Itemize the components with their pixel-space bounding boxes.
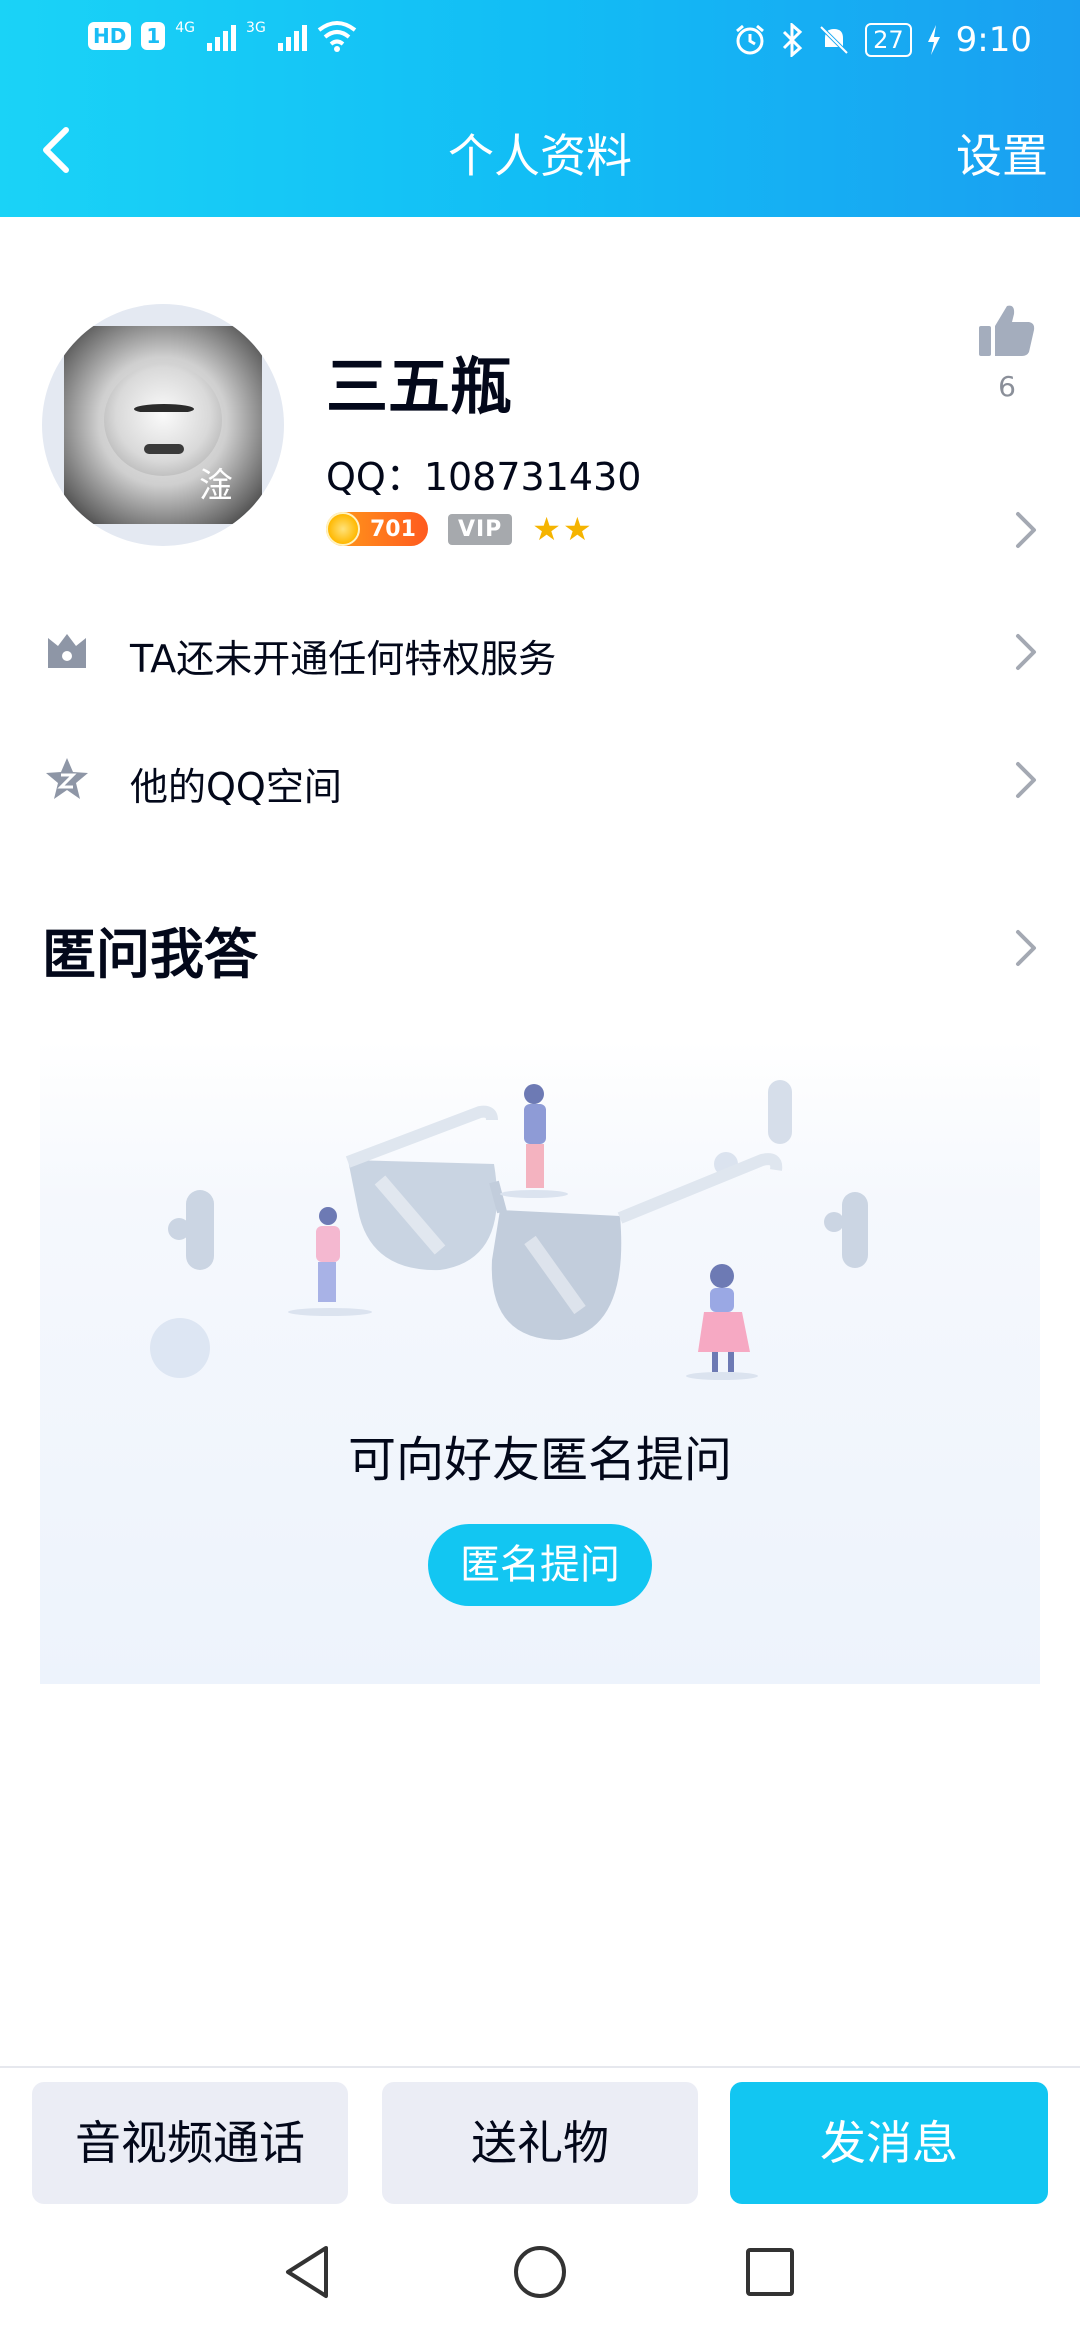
status-left: HD 1 4G 3G: [88, 20, 357, 52]
chevron-right-icon[interactable]: [1012, 928, 1040, 968]
avatar-image: 淦: [64, 326, 262, 524]
like-button[interactable]: 6: [972, 300, 1042, 403]
star-rating: ★ ★: [532, 513, 591, 545]
badges: 701 VIP ★ ★: [326, 512, 592, 546]
send-message-button[interactable]: 发消息: [730, 2082, 1048, 2204]
battery-indicator: 27: [865, 23, 912, 57]
thumbs-up-icon[interactable]: [977, 300, 1037, 360]
recents-square-icon[interactable]: [738, 2240, 802, 2304]
profile-card[interactable]: 淦 三五瓶 QQ：108731430 701 VIP ★ ★ 6: [0, 300, 1080, 560]
send-gift-button[interactable]: 送礼物: [382, 2082, 698, 2204]
charging-icon: [927, 25, 940, 55]
sim-badge: 1: [141, 22, 166, 50]
qa-section-title[interactable]: 匿问我答: [42, 910, 258, 989]
sunglasses-illustration: [150, 1080, 868, 1380]
settings-button[interactable]: 设置: [956, 120, 1048, 186]
qq-label: QQ：: [326, 455, 424, 499]
av-call-button[interactable]: 音视频通话: [32, 2082, 348, 2204]
crown-shield-icon: [48, 634, 86, 668]
header: HD 1 4G 3G 27 9:10 个人资料 设置: [0, 0, 1080, 217]
alarm-icon: [736, 24, 765, 55]
status-bar: HD 1 4G 3G 27 9:10: [0, 0, 1080, 80]
like-count: 6: [998, 370, 1016, 403]
qzone-row[interactable]: 他的QQ空间: [0, 720, 1080, 840]
star-z-icon: [46, 758, 88, 799]
qa-card: 可向好友匿名提问 匿名提问: [40, 1040, 1040, 1684]
bluetooth-icon: [783, 23, 803, 57]
home-circle-icon[interactable]: [508, 2240, 572, 2304]
chevron-right-icon: [1016, 762, 1036, 798]
qq-number: 108731430: [423, 455, 642, 499]
chevron-right-icon: [1016, 634, 1036, 670]
anonymous-ask-button[interactable]: 匿名提问: [428, 1524, 652, 1606]
hd-badge: HD: [88, 22, 132, 50]
qzone-label: 他的QQ空间: [130, 765, 342, 809]
signal2-tag: 3G: [246, 20, 266, 36]
level-value: 701: [370, 516, 416, 542]
signal-strength-icon: [207, 21, 237, 51]
star-icon: ★: [562, 510, 592, 548]
back-triangle-icon[interactable]: [276, 2240, 340, 2304]
avatar[interactable]: 淦: [42, 304, 284, 546]
chevron-right-icon: [1016, 512, 1036, 548]
privilege-label: TA还未开通任何特权服务: [130, 637, 557, 681]
nav-bar: 个人资料 设置: [0, 100, 1080, 200]
privilege-row[interactable]: TA还未开通任何特权服务: [0, 592, 1080, 712]
coin-icon: [326, 512, 360, 546]
star-icon: ★: [532, 510, 561, 548]
vip-badge: VIP: [447, 513, 513, 545]
qq-number-line: QQ：108731430: [326, 446, 641, 501]
status-right: 27 9:10: [733, 20, 1032, 60]
wifi-icon: [317, 21, 357, 52]
avatar-overlay-char: 淦: [199, 466, 233, 506]
system-nav-bar: [0, 2206, 1080, 2340]
qa-prompt: 可向好友匿名提问: [347, 1432, 732, 1488]
level-badge: 701: [326, 512, 428, 546]
avatar-eyes: [134, 404, 194, 414]
status-time: 9:10: [955, 20, 1032, 60]
mute-bell-icon: [819, 25, 849, 55]
avatar-mouth: [144, 444, 184, 454]
signal-strength-icon: [277, 21, 307, 51]
nickname: 三五瓶: [326, 350, 513, 423]
signal1-tag: 4G: [175, 20, 196, 36]
page-title: 个人资料: [448, 129, 632, 183]
bottom-action-bar: 音视频通话 送礼物 发消息: [0, 2066, 1080, 2206]
